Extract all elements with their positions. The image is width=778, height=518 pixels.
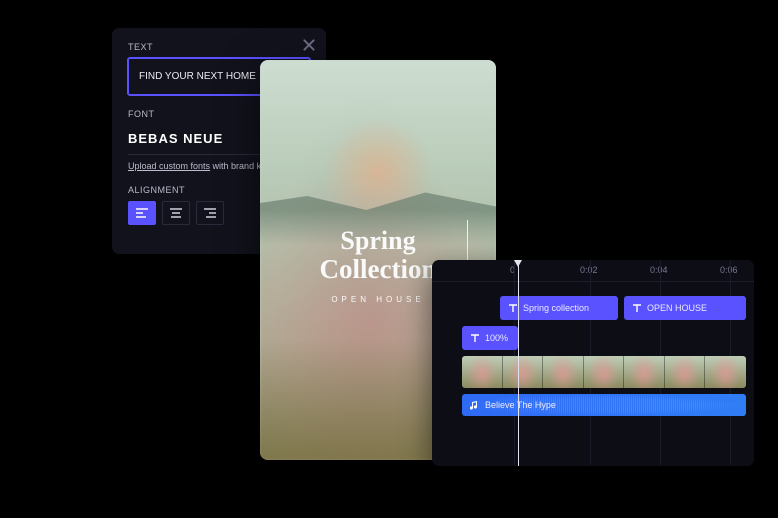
text-icon xyxy=(632,303,642,313)
video-clip[interactable] xyxy=(462,356,746,388)
playhead[interactable] xyxy=(518,260,519,466)
ruler-tick: 0:02 xyxy=(580,265,598,275)
text-track: Spring collection OPEN HOUSE xyxy=(442,296,744,320)
video-thumbnail xyxy=(543,356,584,388)
text-clip-scale[interactable]: 100% xyxy=(462,326,518,350)
text-icon xyxy=(470,333,480,343)
close-icon[interactable] xyxy=(302,38,316,52)
align-center-button[interactable] xyxy=(162,201,190,225)
music-note-icon xyxy=(470,400,480,410)
ruler-tick: 0:06 xyxy=(720,265,738,275)
video-thumbnail xyxy=(705,356,745,388)
text-clip-open-house[interactable]: OPEN HOUSE xyxy=(624,296,746,320)
timeline-panel: 0 0:02 0:04 0:06 Spring collection OPEN … xyxy=(432,260,754,466)
text-icon xyxy=(508,303,518,313)
text-track: 100% xyxy=(442,326,744,350)
timeline-ruler[interactable]: 0 0:02 0:04 0:06 xyxy=(432,260,754,282)
align-right-button[interactable] xyxy=(196,201,224,225)
audio-track: Believe The Hype xyxy=(442,394,744,416)
video-thumbnail xyxy=(584,356,625,388)
video-thumbnail xyxy=(665,356,706,388)
video-thumbnail xyxy=(462,356,503,388)
text-section-label: TEXT xyxy=(128,42,310,52)
video-thumbnail xyxy=(624,356,665,388)
audio-clip[interactable]: Believe The Hype xyxy=(462,394,746,416)
preview-title-line1: Spring xyxy=(260,228,496,254)
align-left-button[interactable] xyxy=(128,201,156,225)
video-track xyxy=(442,356,744,388)
ruler-tick: 0:04 xyxy=(650,265,668,275)
upload-fonts-link[interactable]: Upload custom fonts xyxy=(128,161,210,171)
video-thumbnail xyxy=(503,356,544,388)
